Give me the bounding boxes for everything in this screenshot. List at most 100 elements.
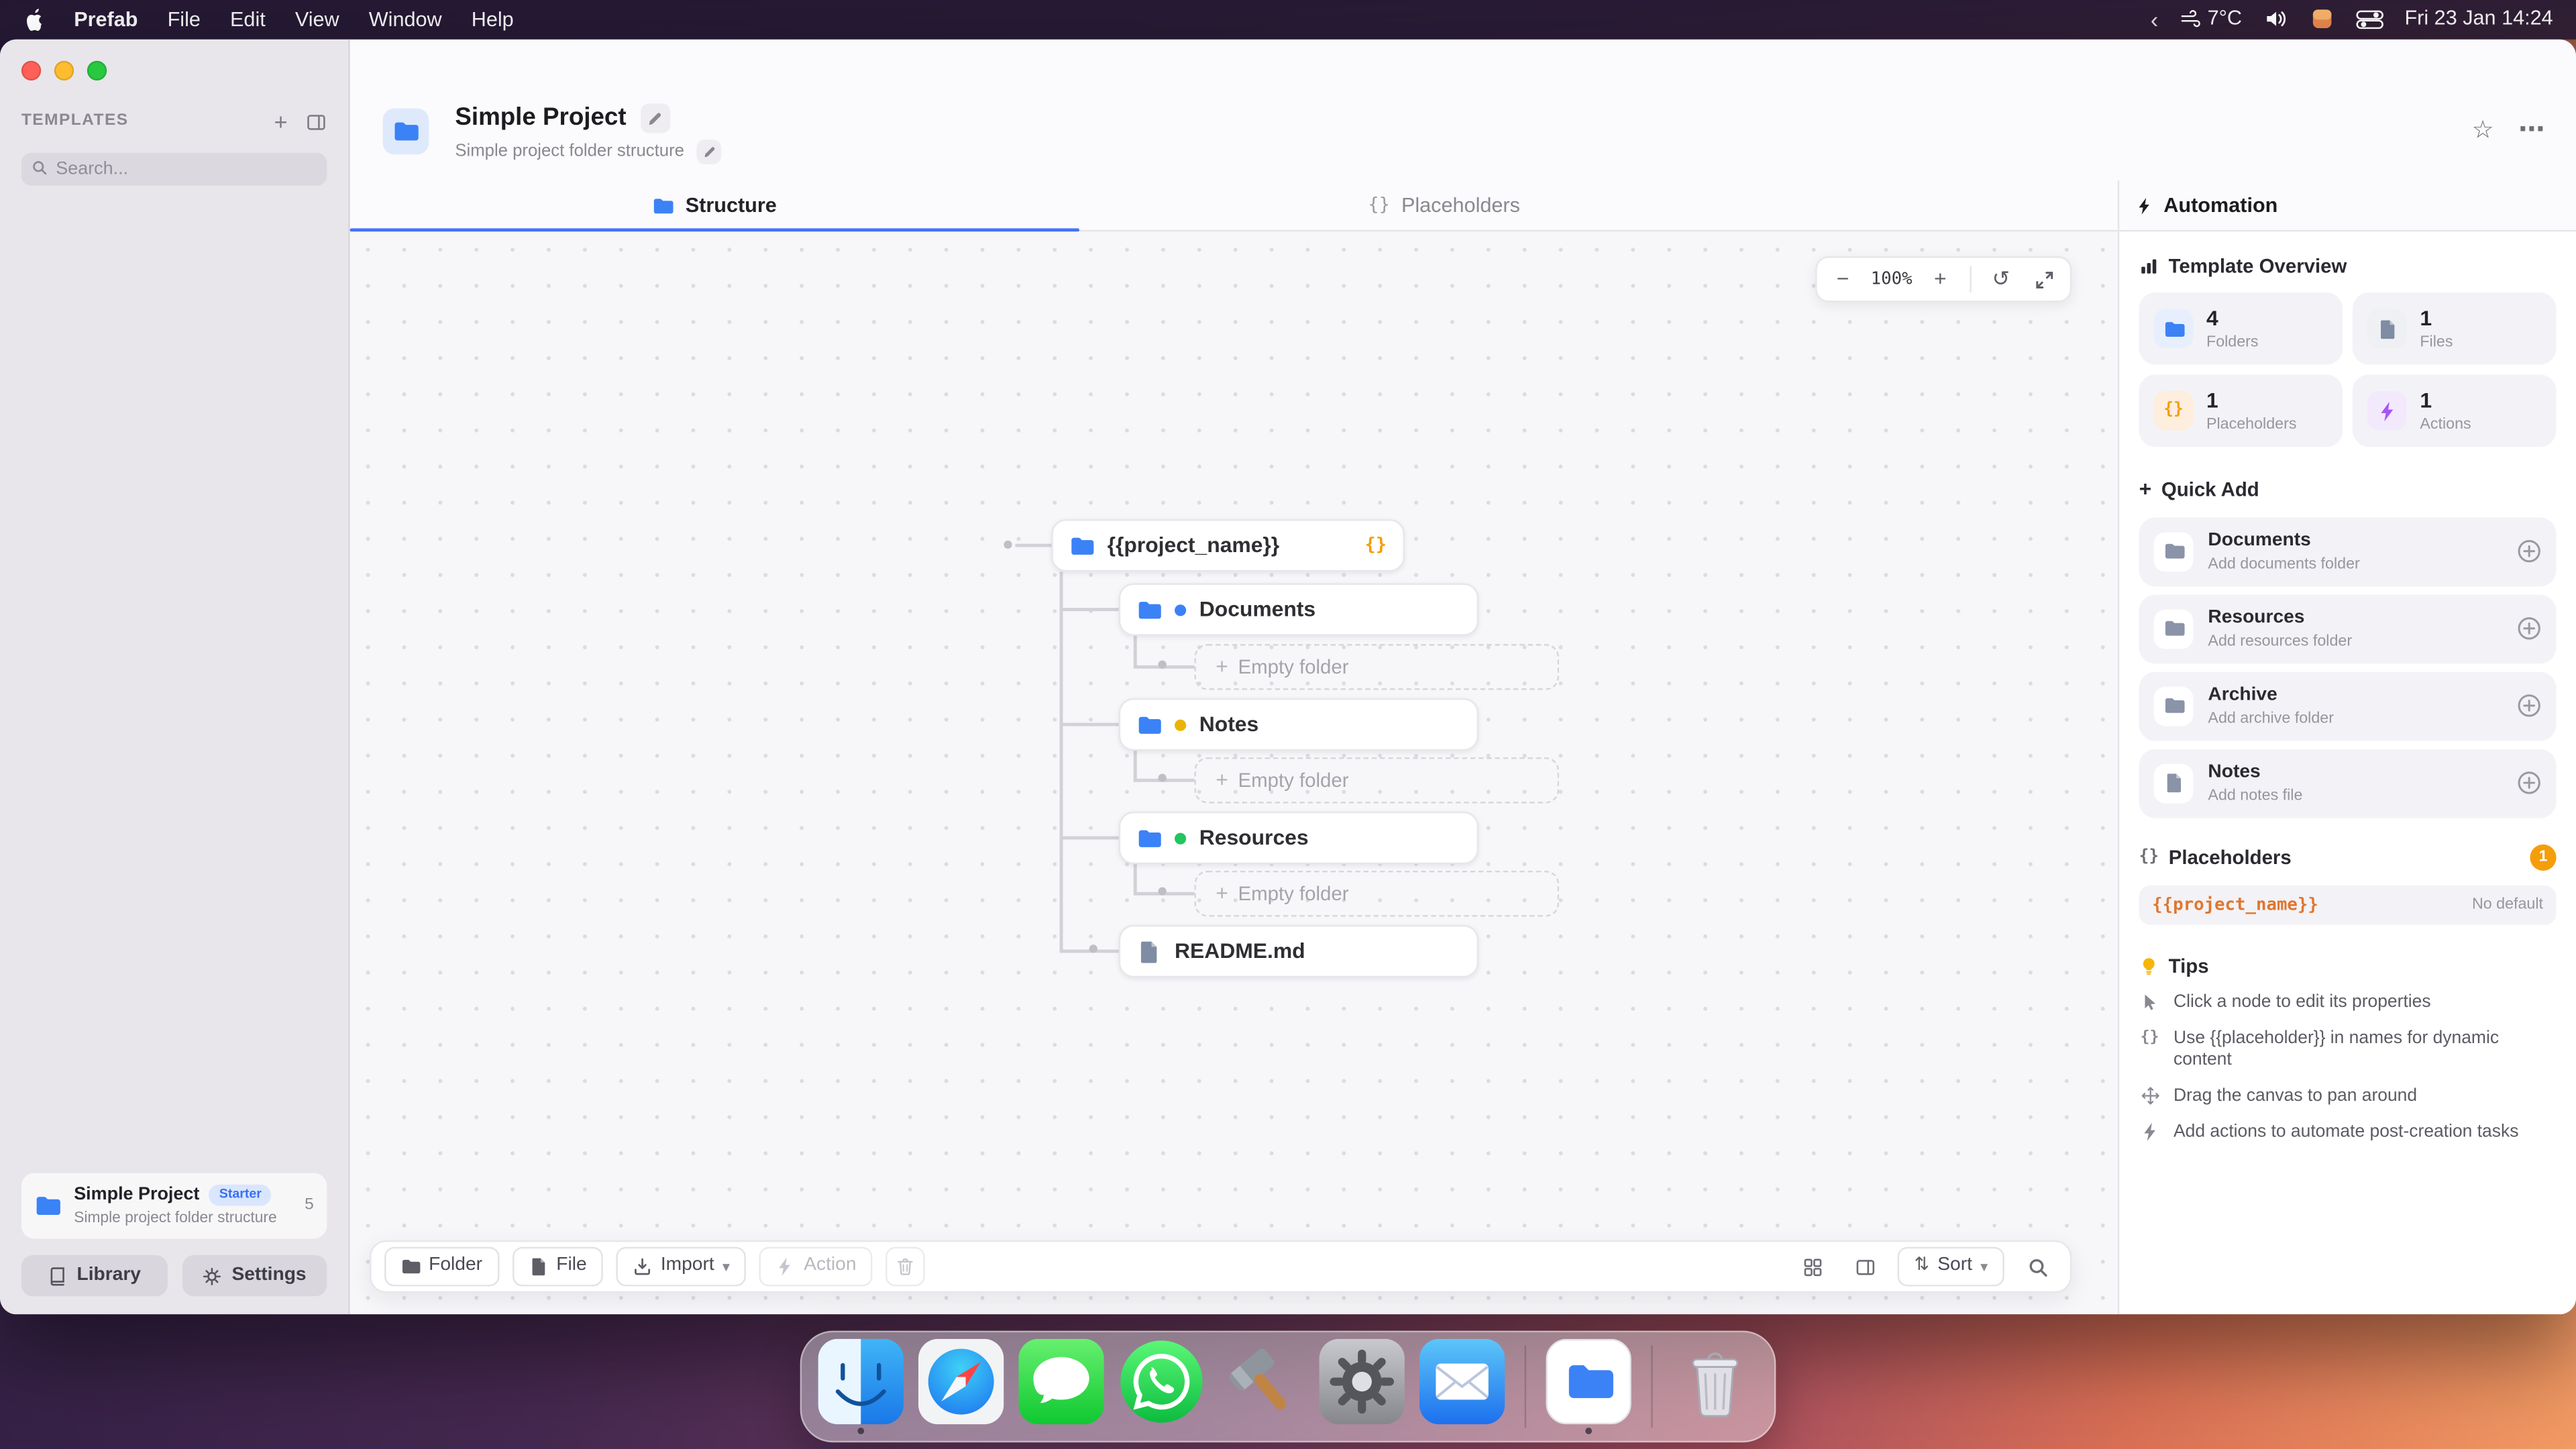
- lightbulb-icon: [2139, 957, 2159, 976]
- empty-folder-slot[interactable]: + Empty folder: [1194, 644, 1559, 690]
- control-center-icon[interactable]: [2355, 10, 2383, 30]
- edit-subtitle-button[interactable]: [698, 140, 722, 164]
- menubar-collapse-chevron[interactable]: ‹: [2151, 6, 2158, 34]
- dock-whatsapp-icon[interactable]: [1119, 1339, 1204, 1434]
- placeholder-badge-icon: {}: [1364, 535, 1386, 556]
- fit-view-button[interactable]: [2024, 261, 2063, 297]
- layout-grid-button[interactable]: [1792, 1247, 1832, 1287]
- structure-canvas[interactable]: − 100% + ↺: [350, 231, 2118, 1314]
- file-icon: [529, 1256, 548, 1276]
- tree-connector: [1060, 723, 1119, 726]
- tree-connector-dot: [1004, 541, 1012, 549]
- folder-icon: [1069, 533, 1094, 558]
- lightning-icon: [776, 1256, 796, 1276]
- file-icon: [1137, 939, 1162, 964]
- add-circle-button[interactable]: [2517, 617, 2542, 642]
- folder-icon: [2154, 532, 2194, 572]
- menu-item-file[interactable]: File: [168, 7, 201, 32]
- folder-icon: [1137, 826, 1162, 851]
- delete-button[interactable]: [886, 1247, 926, 1287]
- menu-item-window[interactable]: Window: [369, 7, 442, 32]
- folder-icon: [2154, 610, 2194, 649]
- tree-node-notes[interactable]: Notes: [1119, 698, 1479, 751]
- template-list-item[interactable]: Simple Project Starter Simple project fo…: [21, 1173, 327, 1239]
- weather-status[interactable]: 7°C: [2180, 7, 2242, 32]
- cursor-icon: [2139, 993, 2161, 1012]
- dock-safari-icon[interactable]: [918, 1339, 1004, 1434]
- add-circle-button[interactable]: [2517, 771, 2542, 796]
- add-folder-button[interactable]: Folder: [384, 1247, 498, 1287]
- quick-add-archive[interactable]: ArchiveAdd archive folder: [2139, 672, 2557, 741]
- project-subtitle: Simple project folder structure: [455, 142, 684, 162]
- add-circle-button[interactable]: [2517, 694, 2542, 719]
- template-description: Simple project folder structure: [74, 1209, 291, 1227]
- tree-node-readme[interactable]: README.md: [1119, 925, 1479, 977]
- dock-messages-icon[interactable]: [1018, 1339, 1104, 1434]
- favorite-button[interactable]: ☆: [2472, 116, 2494, 146]
- zoom-button[interactable]: [87, 61, 107, 80]
- tree-node-documents[interactable]: Documents: [1119, 583, 1479, 635]
- more-options-button[interactable]: ⋯: [2518, 115, 2546, 146]
- stat-folders: 4Folders: [2139, 293, 2343, 366]
- dock-finder-icon[interactable]: [818, 1339, 904, 1434]
- dock-trash-icon[interactable]: [1672, 1339, 1758, 1434]
- app-menu[interactable]: Prefab: [74, 7, 138, 32]
- template-name: Simple Project: [74, 1184, 199, 1205]
- tab-placeholders[interactable]: {} Placeholders: [1079, 180, 1809, 229]
- toggle-sidebar-icon[interactable]: [306, 111, 327, 133]
- sort-button[interactable]: ⇅ Sort ▾: [1898, 1247, 2004, 1287]
- tree-node-resources[interactable]: Resources: [1119, 812, 1479, 864]
- tab-structure[interactable]: Structure: [350, 180, 1079, 229]
- edit-title-button[interactable]: [641, 103, 671, 133]
- sidebar: TEMPLATES + Simple Project Starter: [0, 40, 350, 1314]
- menubar-clock[interactable]: Fri 23 Jan 14:24: [2404, 7, 2553, 32]
- menu-item-help[interactable]: Help: [472, 7, 514, 32]
- close-button[interactable]: [21, 61, 41, 80]
- placeholder-list-item[interactable]: {{project_name}} No default: [2139, 885, 2557, 925]
- desktop: Prefab File Edit View Window Help ‹ 7°C …: [0, 0, 2576, 1449]
- reset-view-button[interactable]: ↺: [1981, 261, 2021, 297]
- import-button[interactable]: Import ▾: [616, 1247, 747, 1287]
- tab-bar: Structure {} Placeholders: [350, 180, 1809, 229]
- tree-connector-dot: [1159, 887, 1167, 895]
- add-circle-button[interactable]: [2517, 539, 2542, 564]
- tree-node-root[interactable]: {{project_name}} {}: [1051, 519, 1405, 572]
- folder-icon: [1137, 597, 1162, 622]
- project-header: Simple Project Simple project folder str…: [350, 40, 2576, 181]
- zoom-in-button[interactable]: +: [1921, 261, 1960, 297]
- quick-add-resources[interactable]: ResourcesAdd resources folder: [2139, 594, 2557, 663]
- dock-prefab-icon[interactable]: [1546, 1339, 1631, 1434]
- dock-settings-icon[interactable]: [1320, 1339, 1405, 1434]
- settings-button[interactable]: Settings: [182, 1255, 327, 1296]
- pencil-icon: [647, 110, 663, 126]
- menu-item-edit[interactable]: Edit: [230, 7, 266, 32]
- import-icon: [633, 1256, 652, 1276]
- layout-panel-button[interactable]: [1845, 1247, 1885, 1287]
- quick-add-documents[interactable]: DocumentsAdd documents folder: [2139, 517, 2557, 586]
- menu-item-view[interactable]: View: [295, 7, 339, 32]
- dock-mail-icon[interactable]: [1419, 1339, 1505, 1434]
- tree-connector: [1060, 837, 1119, 839]
- add-template-button[interactable]: +: [274, 109, 288, 136]
- empty-folder-slot[interactable]: + Empty folder: [1194, 757, 1559, 804]
- library-button[interactable]: Library: [21, 1255, 167, 1296]
- apple-menu-icon[interactable]: [23, 7, 44, 32]
- tree-connector: [1134, 864, 1136, 894]
- dock-builder-icon[interactable]: [1219, 1339, 1304, 1434]
- menubar-app-icon[interactable]: [2309, 7, 2334, 32]
- folder-icon: [653, 195, 674, 216]
- chevron-down-icon: ▾: [722, 1258, 730, 1275]
- empty-folder-slot[interactable]: + Empty folder: [1194, 871, 1559, 917]
- zoom-out-button[interactable]: −: [1823, 261, 1863, 297]
- canvas-toolbar: Folder File Import ▾: [370, 1240, 2072, 1293]
- volume-icon[interactable]: [2263, 7, 2288, 32]
- minimize-button[interactable]: [54, 61, 74, 80]
- tip-item: Add actions to automate post-creation ta…: [2139, 1122, 2557, 1144]
- action-button[interactable]: Action: [759, 1247, 873, 1287]
- search-input[interactable]: [21, 152, 327, 185]
- add-file-button[interactable]: File: [512, 1247, 603, 1287]
- quick-add-notes[interactable]: NotesAdd notes file: [2139, 749, 2557, 818]
- folder-icon: [2154, 687, 2194, 727]
- canvas-search-button[interactable]: [2017, 1247, 2057, 1287]
- running-indicator: [857, 1428, 864, 1434]
